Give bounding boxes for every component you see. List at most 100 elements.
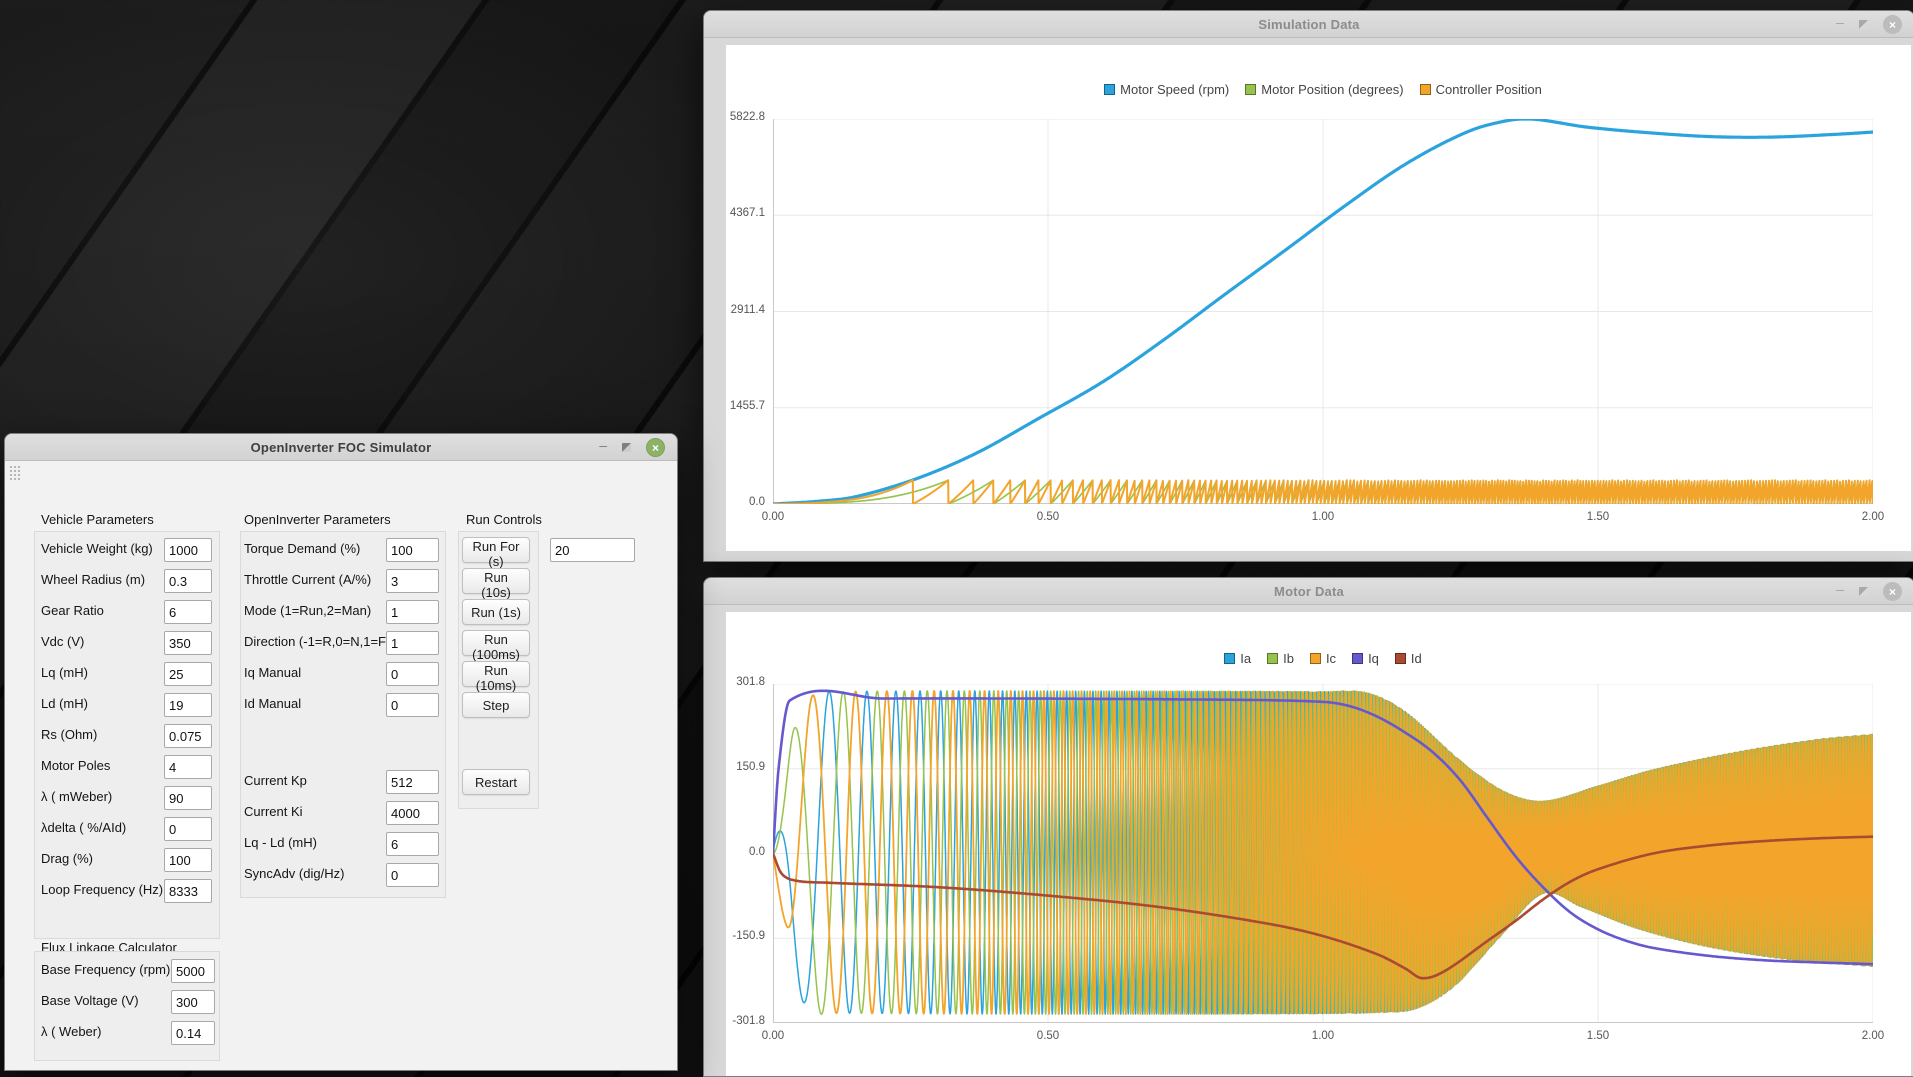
id-swatch-icon xyxy=(1394,652,1406,664)
input-direction-1-r-0-n-1-f[interactable] xyxy=(386,631,439,655)
simulation-chart: Motor Speed (rpm) Motor Position (degrees… xyxy=(726,45,1911,551)
section-title-openinverter: OpenInverter Parameters xyxy=(244,512,391,527)
chart-legend: Motor Speed (rpm) Motor Position (degrees… xyxy=(773,81,1873,97)
x-tick-label: 0.00 xyxy=(761,511,785,523)
input-wheel-radius-m[interactable] xyxy=(164,569,212,593)
legend-item-iq: Iq xyxy=(1352,650,1379,666)
run-for-s-button[interactable]: Run For (s) xyxy=(462,537,530,569)
motor-chart: Ia Ib Ic Iq Id 301.8 150.9 0.0 -150.9 -301.8 0.00 0… xyxy=(726,612,1911,1076)
input-base-voltage-v[interactable] xyxy=(171,990,215,1014)
field-label-mweber: λ ( mWeber) xyxy=(41,789,113,804)
y-tick-label: 5822.8 xyxy=(729,111,765,123)
drag-grip-icon[interactable] xyxy=(9,465,22,480)
close-icon: × xyxy=(1888,17,1896,32)
minimize-button[interactable]: ─ xyxy=(599,442,607,453)
motor-chart-surface: Ia Ib Ic Iq Id 301.8 150.9 0.0 -150.9 -301.8 0.00 0… xyxy=(704,605,1913,1076)
field-label-weber: λ ( Weber) xyxy=(41,1024,102,1039)
field-label-id-manual: Id Manual xyxy=(244,696,302,711)
legend-item-ic: Ic xyxy=(1309,650,1337,666)
minimize-button[interactable]: ─ xyxy=(1836,19,1844,30)
motor-data-window: Motor Data ─ × Ia Ib Ic Iq Id 301.8 150.9 0.0 -1… xyxy=(703,577,1913,1077)
field-label-delta-aid: λdelta ( %/AId) xyxy=(41,820,127,835)
x-tick-label: 1.00 xyxy=(1311,511,1335,523)
input-id-manual[interactable] xyxy=(386,693,439,717)
close-button[interactable]: × xyxy=(1883,15,1902,34)
field-label-direction-1-r-0-n-1-f: Direction (-1=R,0=N,1=F) xyxy=(244,634,391,649)
ia-swatch-icon xyxy=(1224,652,1236,664)
motor-window-titlebar[interactable]: Motor Data ─ × xyxy=(704,578,1913,605)
input-current-kp[interactable] xyxy=(386,770,439,794)
input-vdc-v[interactable] xyxy=(164,631,212,655)
restore-icon[interactable] xyxy=(622,443,631,452)
x-tick-label: 0.00 xyxy=(761,1030,785,1042)
input-gear-ratio[interactable] xyxy=(164,600,212,624)
field-label-loop-frequency-hz: Loop Frequency (Hz) xyxy=(41,882,164,897)
input-base-frequency-rpm[interactable] xyxy=(171,959,215,983)
field-label-syncadv-dig-hz: SyncAdv (dig/Hz) xyxy=(244,866,345,881)
legend-item-id: Id xyxy=(1394,650,1422,666)
field-label-torque-demand: Torque Demand (%) xyxy=(244,541,361,556)
simulation-window-titlebar[interactable]: Simulation Data ─ × xyxy=(704,11,1913,38)
field-label-vdc-v: Vdc (V) xyxy=(41,634,85,649)
run-100ms-button[interactable]: Run (100ms) xyxy=(462,630,530,662)
input-run-for-seconds[interactable] xyxy=(550,538,635,562)
input-weber[interactable] xyxy=(171,1021,215,1045)
input-torque-demand[interactable] xyxy=(386,538,439,562)
x-tick-label: 1.50 xyxy=(1586,511,1610,523)
input-lq-ld-mh[interactable] xyxy=(386,832,439,856)
restore-icon[interactable] xyxy=(1859,20,1868,29)
legend-label: Controller Position xyxy=(1435,81,1542,97)
restart-button[interactable]: Restart xyxy=(462,769,530,795)
foc-window-titlebar[interactable]: OpenInverter FOC Simulator ─ × xyxy=(5,434,677,461)
field-label-vehicle-weight-kg: Vehicle Weight (kg) xyxy=(41,541,153,556)
x-tick-label: 0.50 xyxy=(1036,511,1060,523)
minimize-button[interactable]: ─ xyxy=(1836,586,1844,597)
input-mode-1-run-2-man[interactable] xyxy=(386,600,439,624)
step-button[interactable]: Step xyxy=(462,692,530,718)
legend-label: Id xyxy=(1410,650,1422,666)
y-tick-label: -301.8 xyxy=(732,1015,765,1027)
foc-simulator-content: Vehicle Parameters OpenInverter Paramete… xyxy=(5,461,677,1070)
y-tick-label: 1455.7 xyxy=(729,399,765,412)
field-label-rs-ohm: Rs (Ohm) xyxy=(41,727,98,742)
x-tick-label: 1.00 xyxy=(1311,1030,1335,1042)
close-button[interactable]: × xyxy=(1883,582,1902,601)
input-current-ki[interactable] xyxy=(386,801,439,825)
input-lq-mh[interactable] xyxy=(164,662,212,686)
input-throttle-current-a[interactable] xyxy=(386,569,439,593)
close-button[interactable]: × xyxy=(646,438,665,457)
input-rs-ohm[interactable] xyxy=(164,724,212,748)
field-label-current-ki: Current Ki xyxy=(244,804,303,819)
legend-label: Ia xyxy=(1240,650,1252,666)
window-title: Motor Data xyxy=(1274,584,1344,599)
run-10ms-button[interactable]: Run (10ms) xyxy=(462,661,530,693)
run-1s-button[interactable]: Run (1s) xyxy=(462,599,530,625)
input-vehicle-weight-kg[interactable] xyxy=(164,538,212,562)
input-delta-aid[interactable] xyxy=(164,817,212,841)
foc-simulator-window: OpenInverter FOC Simulator ─ × Vehicle P… xyxy=(4,433,678,1071)
section-title-run-controls: Run Controls xyxy=(466,512,542,527)
input-motor-poles[interactable] xyxy=(164,755,212,779)
field-label-ld-mh: Ld (mH) xyxy=(41,696,88,711)
chart-canvas xyxy=(773,119,1873,504)
y-tick-label: -150.9 xyxy=(732,930,765,943)
legend-item-ia: Ia xyxy=(1224,650,1251,666)
input-iq-manual[interactable] xyxy=(386,662,439,686)
input-drag[interactable] xyxy=(164,848,212,872)
window-title: OpenInverter FOC Simulator xyxy=(250,440,432,455)
chart-canvas xyxy=(773,684,1873,1023)
run-10s-button[interactable]: Run (10s) xyxy=(462,568,530,600)
desktop-background: { "icons": { "minimize": "─", "close": "… xyxy=(0,0,1913,1077)
input-mweber[interactable] xyxy=(164,786,212,810)
legend-label: Iq xyxy=(1368,650,1379,666)
close-icon: × xyxy=(1888,584,1896,599)
legend-label: Ic xyxy=(1325,650,1337,666)
chart-legend: Ia Ib Ic Iq Id xyxy=(773,650,1873,666)
legend-label: Ib xyxy=(1283,650,1294,666)
restore-icon[interactable] xyxy=(1859,587,1868,596)
input-loop-frequency-hz[interactable] xyxy=(164,879,212,903)
field-label-mode-1-run-2-man: Mode (1=Run,2=Man) xyxy=(244,603,372,618)
input-syncadv-dig-hz[interactable] xyxy=(386,863,439,887)
input-ld-mh[interactable] xyxy=(164,693,212,717)
legend-item-controller-position: Controller Position xyxy=(1419,81,1542,97)
